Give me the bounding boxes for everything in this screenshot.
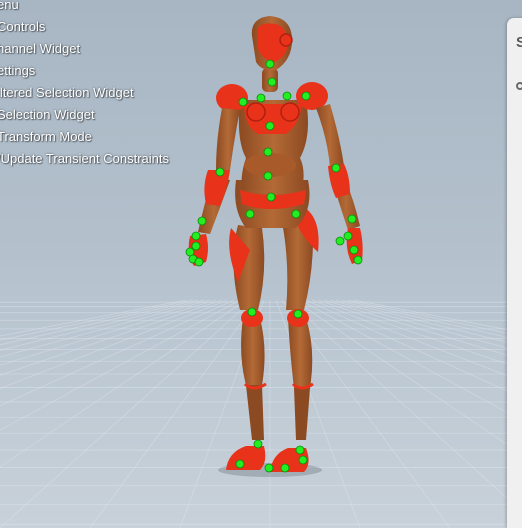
control-point[interactable]	[349, 245, 359, 255]
control-point[interactable]	[191, 241, 201, 251]
circle-icon[interactable]	[516, 82, 522, 90]
right-shoulder[interactable]	[296, 82, 328, 110]
control-point[interactable]	[245, 209, 255, 219]
control-point[interactable]	[256, 93, 266, 103]
right-leg[interactable]	[270, 205, 319, 472]
control-point[interactable]	[238, 97, 248, 107]
side-panel-label: S	[516, 34, 522, 51]
control-point[interactable]	[293, 309, 303, 319]
control-point[interactable]	[295, 445, 305, 455]
control-point[interactable]	[264, 463, 274, 473]
left-leg[interactable]	[226, 225, 267, 470]
control-point[interactable]	[266, 192, 276, 202]
control-point[interactable]	[253, 439, 263, 449]
control-point[interactable]	[331, 163, 341, 173]
control-point[interactable]	[301, 91, 311, 101]
control-point[interactable]	[343, 231, 353, 241]
control-point[interactable]	[263, 147, 273, 157]
control-point[interactable]	[263, 171, 273, 181]
control-point[interactable]	[197, 216, 207, 226]
control-point[interactable]	[265, 59, 275, 69]
control-point[interactable]	[282, 91, 292, 101]
control-point[interactable]	[291, 209, 301, 219]
3d-viewport[interactable]: enu Controls hannel Widget ettings ilter…	[0, 0, 522, 528]
control-point[interactable]	[353, 255, 363, 265]
side-panel: S	[507, 18, 522, 528]
control-point[interactable]	[298, 455, 308, 465]
control-point[interactable]	[215, 167, 225, 177]
control-point[interactable]	[265, 121, 275, 131]
control-point[interactable]	[247, 307, 257, 317]
control-point[interactable]	[280, 463, 290, 473]
control-point[interactable]	[194, 257, 204, 267]
character-rig[interactable]	[0, 0, 522, 528]
control-point[interactable]	[267, 77, 277, 87]
ear	[279, 33, 293, 47]
control-point[interactable]	[347, 214, 357, 224]
control-point[interactable]	[191, 231, 201, 241]
control-point[interactable]	[235, 459, 245, 469]
control-point[interactable]	[335, 236, 345, 246]
